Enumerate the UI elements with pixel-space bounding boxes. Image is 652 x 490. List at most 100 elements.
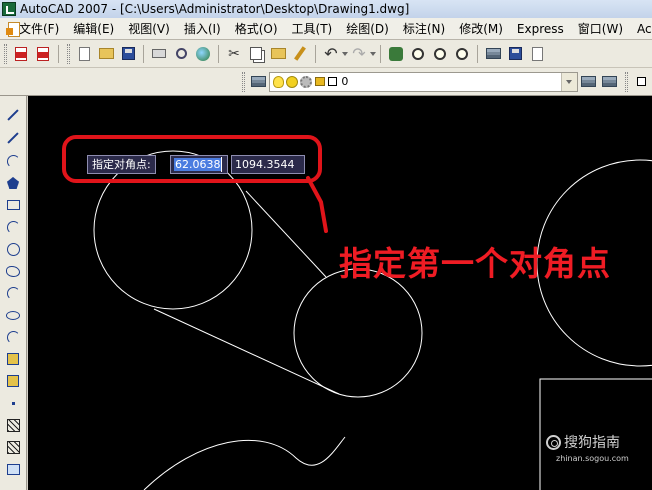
point-icon: [11, 401, 15, 405]
window-title: AutoCAD 2007 - [C:\Users\Administrator\D…: [20, 2, 410, 16]
polygon-tool[interactable]: [4, 174, 22, 192]
save-button[interactable]: [118, 44, 138, 64]
make-block-tool[interactable]: [4, 372, 22, 390]
match-properties-button[interactable]: [290, 44, 310, 64]
toolbar-grip[interactable]: [241, 71, 245, 92]
watermark-logo: 搜狗指南: [546, 432, 629, 452]
undo-button[interactable]: ↶: [321, 44, 341, 64]
construction-line-tool[interactable]: [4, 129, 22, 147]
polyline-tool[interactable]: [4, 152, 22, 170]
layer-previous-icon: [602, 76, 618, 87]
menu-file[interactable]: 文件(F): [12, 20, 66, 37]
ellipse-tool[interactable]: [4, 306, 22, 324]
tangent-line-top[interactable]: [245, 190, 327, 278]
zoom-realtime-button[interactable]: [408, 44, 428, 64]
arc-tool[interactable]: [4, 218, 22, 236]
layer-dropdown[interactable]: 0: [269, 71, 578, 92]
preview-magnifier-icon: [175, 48, 187, 59]
printer-icon: [152, 49, 166, 58]
hatch-tool[interactable]: [4, 416, 22, 434]
menu-insert[interactable]: 插入(I): [177, 20, 228, 37]
layer-on-bulb-icon[interactable]: [273, 75, 285, 88]
toolbar-separator: [218, 44, 219, 63]
layer-dropdown-arrow[interactable]: [560, 72, 577, 91]
layer-viewport-icon[interactable]: [300, 75, 313, 88]
layer-current-icon: [580, 76, 596, 87]
design-center-button[interactable]: [505, 44, 525, 64]
zoom-window-button[interactable]: [430, 44, 450, 64]
plot-button[interactable]: [149, 44, 169, 64]
menu-window[interactable]: 窗口(W): [571, 20, 630, 37]
copy-button[interactable]: [246, 44, 266, 64]
ellipse-arc-tool[interactable]: [4, 328, 22, 346]
make-block-icon: [7, 375, 19, 387]
spline-tool[interactable]: [4, 284, 22, 302]
plot-preview-button[interactable]: [171, 44, 191, 64]
layer-thaw-sun-icon[interactable]: [286, 75, 299, 88]
arc-bottom[interactable]: [143, 436, 346, 490]
redo-button[interactable]: ↷: [349, 44, 369, 64]
gradient-tool[interactable]: [4, 438, 22, 456]
sogou-logo-icon: [546, 434, 561, 450]
tangent-line-bottom[interactable]: [153, 308, 340, 395]
menu-draw[interactable]: 绘图(D): [339, 20, 396, 37]
pdf-convert-button[interactable]: [11, 44, 31, 64]
pdf-icon: [15, 46, 27, 61]
point-tool[interactable]: [4, 394, 22, 412]
rectangle-tool[interactable]: [4, 196, 22, 214]
paste-clipboard-icon: [270, 48, 286, 59]
zoom-previous-button[interactable]: [452, 44, 472, 64]
menu-view[interactable]: 视图(V): [121, 20, 177, 37]
toolbar-grip[interactable]: [4, 43, 7, 64]
layer-stack-icon: [251, 76, 267, 87]
design-center-icon: [508, 47, 522, 60]
menu-edit[interactable]: 编辑(E): [66, 20, 121, 37]
revision-cloud-tool[interactable]: [4, 262, 22, 280]
undo-dropdown-icon[interactable]: [342, 51, 348, 56]
autocad-app-icon[interactable]: [2, 2, 16, 16]
toolbar-separator: [477, 44, 478, 63]
toolbar-grip[interactable]: [624, 71, 628, 92]
layer-unlock-icon[interactable]: [315, 77, 326, 86]
menu-express[interactable]: Express: [510, 22, 571, 36]
color-control-button[interactable]: [632, 72, 652, 92]
redo-dropdown-icon[interactable]: [370, 51, 376, 56]
layers-toolbar: 0: [0, 68, 652, 96]
open-folder-icon: [98, 48, 114, 59]
rectangle-icon: [6, 200, 20, 210]
paste-button[interactable]: [268, 44, 288, 64]
insert-block-icon: [7, 353, 19, 365]
properties-button[interactable]: [483, 44, 503, 64]
menu-acrobat[interactable]: Acr: [630, 22, 652, 36]
layer-properties-manager-button[interactable]: [249, 72, 269, 92]
insert-block-tool[interactable]: [4, 350, 22, 368]
polygon-icon: [7, 177, 19, 189]
draw-toolbar: [0, 96, 27, 490]
circle-middle[interactable]: [293, 268, 423, 398]
tool-palettes-icon: [531, 46, 543, 61]
properties-icon: [485, 48, 501, 59]
brush-icon: [294, 46, 306, 61]
publish-button[interactable]: [193, 44, 213, 64]
line-tool[interactable]: [4, 106, 22, 124]
pan-realtime-button[interactable]: [386, 44, 406, 64]
cut-button[interactable]: ✂: [224, 44, 244, 64]
pdf-settings-button[interactable]: [33, 44, 53, 64]
scissors-icon: ✂: [228, 45, 240, 62]
new-button[interactable]: [74, 44, 94, 64]
tool-palettes-button[interactable]: [527, 44, 547, 64]
table-tool[interactable]: [4, 460, 22, 478]
ellipse-arc-icon: [6, 330, 20, 344]
make-object-layer-current-button[interactable]: [579, 72, 599, 92]
menu-dimension[interactable]: 标注(N): [396, 20, 452, 37]
layer-color-swatch-icon[interactable]: [328, 77, 338, 86]
zoom-previous-icon: [456, 47, 468, 60]
circle-tool[interactable]: [4, 240, 22, 258]
menu-format[interactable]: 格式(O): [228, 20, 285, 37]
drawing-canvas[interactable]: 指定对角点: 62.0638 1094.3544 指定第一个对角点 搜狗指南 z…: [28, 96, 652, 490]
menu-tools[interactable]: 工具(T): [285, 20, 340, 37]
toolbar-grip[interactable]: [67, 43, 70, 64]
menu-modify[interactable]: 修改(M): [452, 20, 510, 37]
layer-previous-button[interactable]: [600, 72, 620, 92]
open-button[interactable]: [96, 44, 116, 64]
